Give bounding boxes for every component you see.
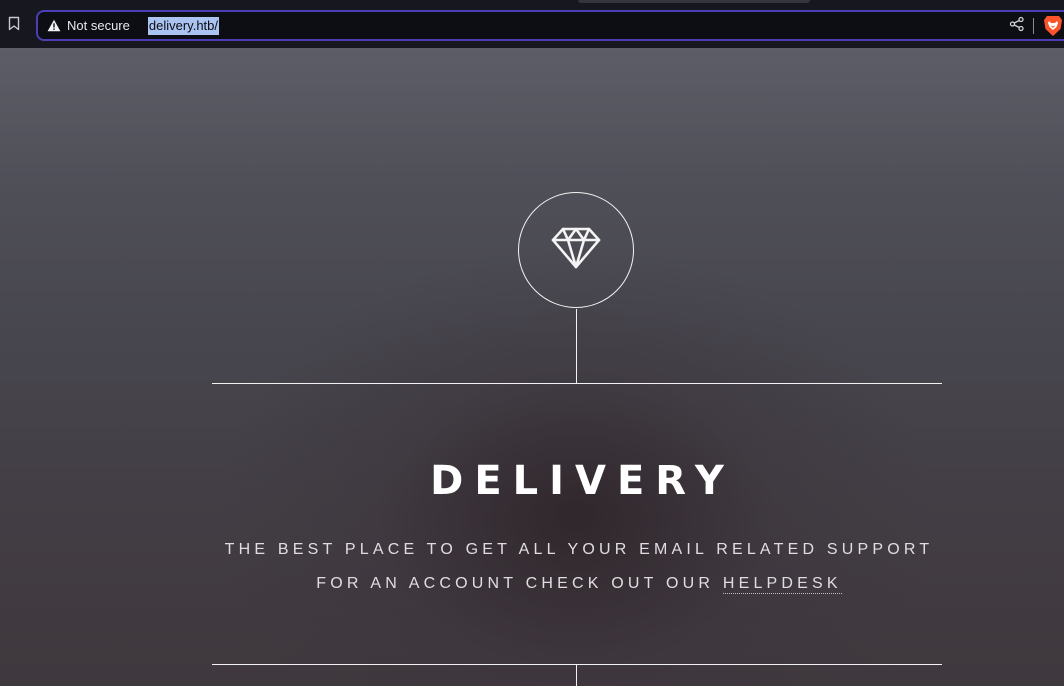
diamond-icon: [551, 227, 601, 274]
url-text[interactable]: delivery.htb/: [147, 16, 220, 35]
divider-line-top: [212, 383, 942, 384]
tagline-prefix: FOR AN ACCOUNT CHECK OUT OUR: [316, 575, 715, 592]
page-title: DELIVERY: [430, 458, 735, 504]
site-logo: [518, 192, 634, 308]
divider-line-bottom: [212, 664, 942, 665]
connector-line-bottom: [576, 665, 577, 686]
share-icon: [1009, 16, 1025, 37]
bookmark-icon: [8, 16, 20, 36]
tagline-line-1: THE BEST PLACE TO GET ALL YOUR EMAIL REL…: [224, 541, 934, 558]
warning-triangle-icon: [47, 19, 61, 33]
security-label: Not secure: [67, 18, 130, 33]
share-button[interactable]: [1008, 16, 1026, 37]
page-viewport: DELIVERY THE BEST PLACE TO GET ALL YOUR …: [0, 48, 1064, 686]
security-indicator[interactable]: Not secure: [47, 12, 130, 39]
active-tab-edge[interactable]: [578, 0, 810, 3]
toolbar-divider: [1033, 18, 1034, 34]
bookmark-button[interactable]: [4, 14, 24, 38]
browser-toolbar: Not secure delivery.htb/: [0, 0, 1064, 48]
tagline-line-2: FOR AN ACCOUNT CHECK OUT OUR HELPDESK: [150, 574, 1004, 594]
helpdesk-link[interactable]: HELPDESK: [722, 575, 842, 594]
address-bar[interactable]: Not secure delivery.htb/: [36, 10, 1064, 41]
brave-shields-button[interactable]: [1043, 15, 1063, 37]
connector-line-top: [576, 309, 577, 383]
brave-lion-icon: [1043, 16, 1063, 41]
